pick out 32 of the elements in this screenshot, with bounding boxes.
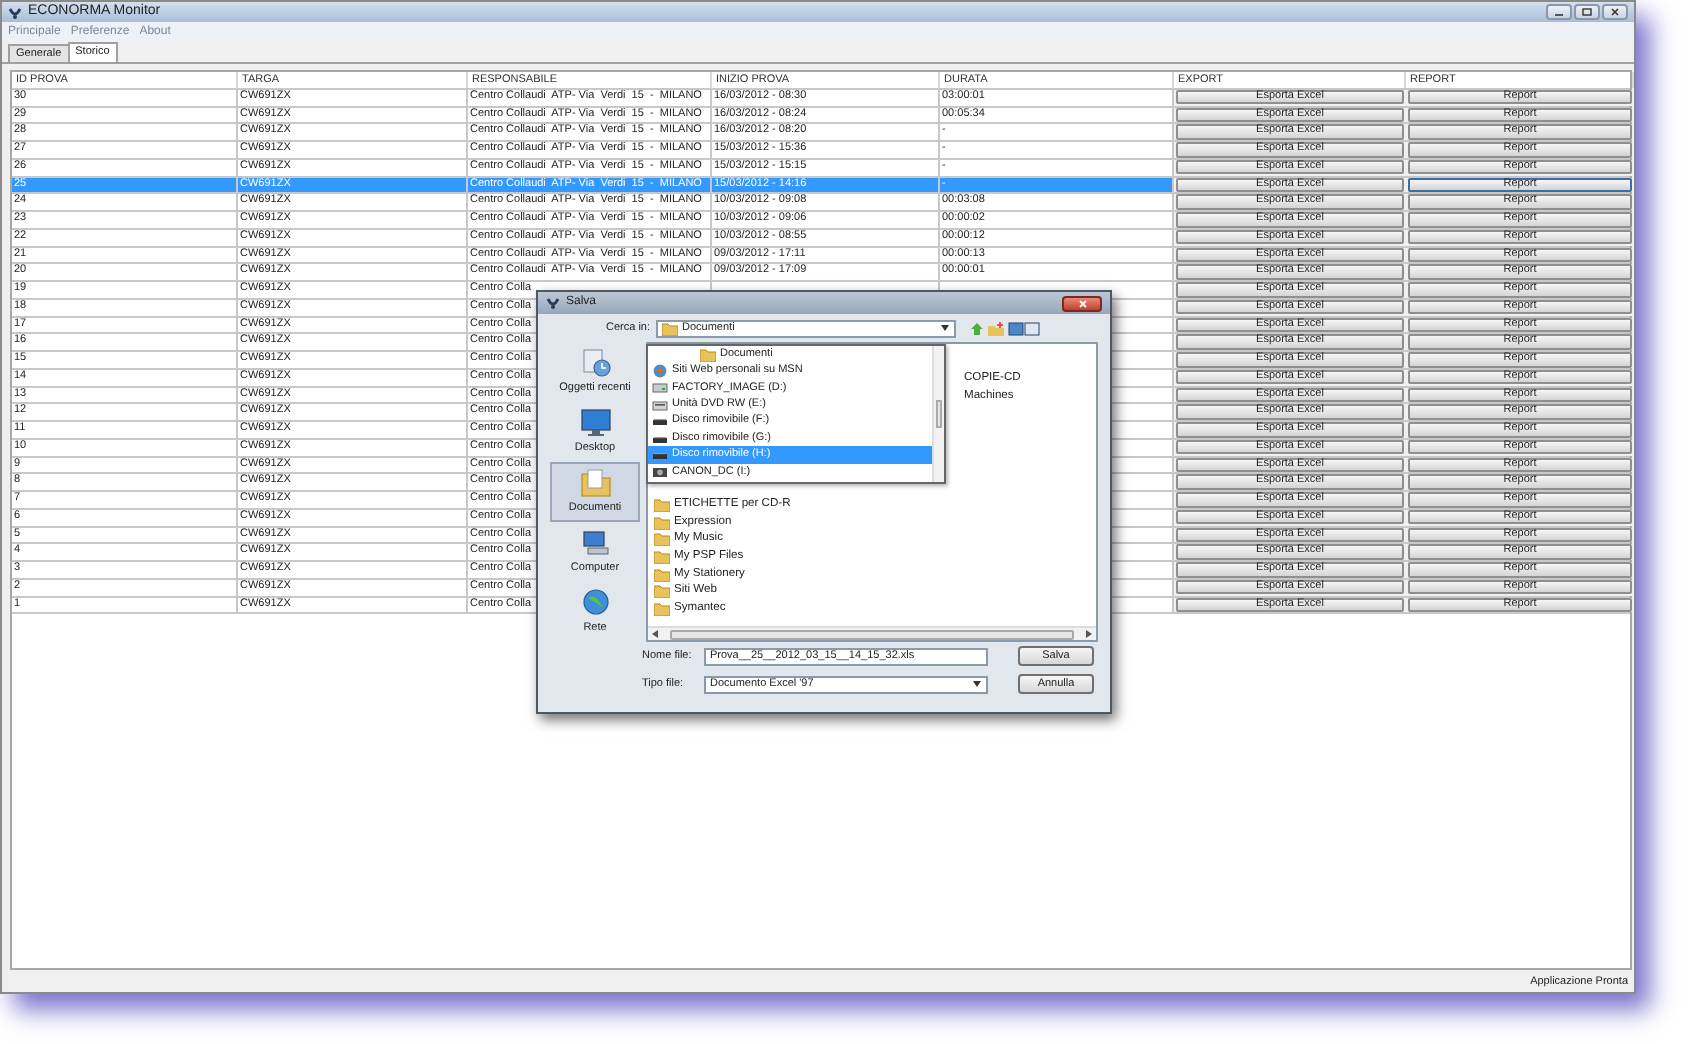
monitor-icon [579, 408, 611, 439]
close-icon [1077, 299, 1087, 307]
computer-icon [579, 528, 611, 559]
hard-drive-icon [652, 380, 668, 395]
folder-icon [579, 468, 611, 499]
globe-icon [652, 364, 668, 379]
app-logo-icon [8, 5, 22, 19]
maximize-button[interactable] [1574, 4, 1600, 20]
close-icon [1610, 8, 1620, 16]
disc-drive-icon [652, 397, 668, 412]
close-button[interactable] [1062, 295, 1102, 311]
left-arrow-icon [652, 630, 658, 638]
view-menu-icon[interactable] [1008, 321, 1041, 335]
camera-icon [652, 464, 668, 479]
clock-icon [579, 348, 611, 379]
vertical-scrollbar[interactable] [932, 346, 944, 482]
new-folder-icon[interactable] [988, 321, 1005, 335]
caret-icon [972, 680, 982, 688]
up-arrow-icon[interactable] [970, 321, 985, 335]
minimize-button[interactable] [1546, 4, 1572, 20]
folder-icon [662, 321, 679, 335]
close-button[interactable] [1602, 4, 1628, 20]
caret-icon [940, 324, 951, 332]
maximize-icon [1582, 8, 1592, 16]
scrollbar-thumb[interactable] [670, 629, 1074, 639]
folder-icon [700, 347, 716, 362]
scrollbar-thumb[interactable] [936, 400, 942, 428]
app-logo-icon [546, 296, 560, 310]
minimize-icon [1554, 8, 1564, 16]
horizontal-scrollbar[interactable] [648, 626, 1096, 640]
right-arrow-icon [1086, 630, 1092, 638]
globe-icon [579, 588, 611, 619]
